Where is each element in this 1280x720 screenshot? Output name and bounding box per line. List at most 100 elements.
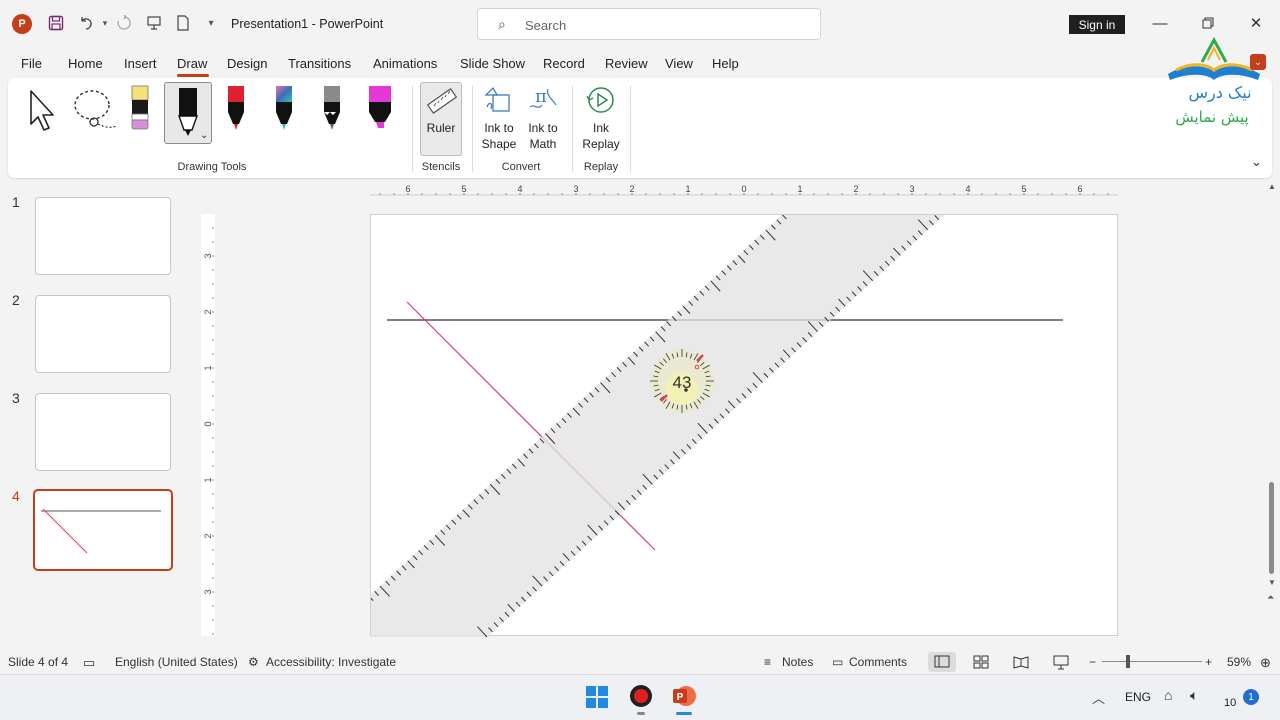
hruler-label: 1: [797, 184, 802, 194]
normal-view-button[interactable]: [928, 652, 956, 672]
slide-canvas[interactable]: 43: [370, 214, 1118, 637]
slide-thumbnail-2[interactable]: [35, 295, 171, 373]
vertical-scrollbar[interactable]: ▲ ▼ ⏶: [1266, 182, 1276, 602]
search-placeholder: Search: [525, 18, 567, 33]
select-tool-icon[interactable]: [26, 88, 60, 135]
status-bar: Slide 4 of 4 ▭ English (United States) ⚙…: [0, 650, 1280, 674]
red-pen-icon[interactable]: [224, 84, 248, 135]
normal-view-icon: [934, 655, 950, 668]
ink-to-shape-icon[interactable]: [483, 85, 513, 118]
active-tab-indicator: [177, 74, 209, 77]
slide-number-1: 1: [12, 194, 20, 210]
accessibility-status[interactable]: Accessibility: Investigate: [266, 655, 396, 669]
hruler-label: 3: [573, 184, 578, 194]
lasso-select-icon[interactable]: [70, 88, 120, 135]
new-file-icon[interactable]: [172, 12, 194, 34]
tab-file[interactable]: File: [21, 56, 42, 71]
notes-button[interactable]: Notes: [782, 655, 813, 669]
watermark-line-1: نیک درس: [1188, 83, 1251, 103]
hruler-label: 1: [685, 184, 690, 194]
tab-transitions[interactable]: Transitions: [288, 56, 351, 71]
windows-start-icon[interactable]: [585, 685, 609, 712]
hruler-label: 0: [741, 184, 746, 194]
screen-recorder-icon[interactable]: [629, 684, 653, 711]
restore-icon[interactable]: [1198, 12, 1218, 34]
present-from-beginning-icon[interactable]: [143, 12, 165, 34]
network-icon[interactable]: ⌂: [1164, 687, 1172, 703]
volume-icon[interactable]: 🔈︎: [1190, 687, 1198, 704]
zoom-level[interactable]: 59%: [1227, 655, 1251, 669]
horizontal-ruler: 6 5 4 3 2 1 0 1 2 3 4 5 6: [370, 182, 1118, 196]
search-icon: ⌕: [498, 16, 506, 32]
tab-review[interactable]: Review: [605, 56, 648, 71]
slideshow-view-icon[interactable]: [1052, 654, 1070, 673]
accessibility-icon[interactable]: ⚙: [248, 655, 259, 669]
tab-record[interactable]: Record: [543, 56, 585, 71]
tab-animations[interactable]: Animations: [373, 56, 437, 71]
group-separator: [572, 86, 573, 172]
ribbon-display-options-icon[interactable]: ⌄: [1250, 54, 1266, 70]
ink-replay-icon[interactable]: [585, 84, 617, 119]
search-input[interactable]: ⌕ Search: [477, 8, 821, 40]
tab-home[interactable]: Home: [68, 56, 103, 71]
spell-check-icon[interactable]: ▭: [83, 655, 95, 671]
slide-sorter-icon[interactable]: [972, 654, 990, 673]
hruler-label: 2: [853, 184, 858, 194]
hruler-label: 6: [1077, 184, 1082, 194]
window-title: Presentation1 - PowerPoint: [231, 17, 384, 31]
group-separator: [412, 86, 413, 172]
tab-design[interactable]: Design: [227, 56, 267, 71]
redo-icon[interactable]: [113, 12, 135, 34]
group-separator: [630, 86, 631, 172]
tab-slide-show[interactable]: Slide Show: [460, 56, 525, 71]
tab-view[interactable]: View: [665, 56, 693, 71]
black-pen-icon[interactable]: [175, 86, 201, 141]
ink-to-math-icon[interactable]: π: [528, 85, 558, 118]
language-status[interactable]: English (United States): [115, 655, 238, 669]
active-app-indicator: [676, 712, 692, 715]
ruler-stencil[interactable]: 43: [371, 215, 1010, 637]
zoom-out-icon[interactable]: −: [1089, 655, 1096, 669]
zoom-slider[interactable]: [1102, 661, 1202, 662]
save-icon[interactable]: [45, 12, 67, 34]
windows-taskbar: P ︿ ENG ⌂ 🔈︎ 10 1: [0, 674, 1280, 720]
scrollbar-thumb[interactable]: [1269, 482, 1274, 574]
slide-thumbnail-1[interactable]: [35, 197, 171, 275]
tab-draw[interactable]: Draw: [177, 56, 207, 71]
notification-badge[interactable]: 1: [1243, 689, 1259, 705]
minimize-icon[interactable]: —: [1150, 12, 1170, 34]
powerpoint-taskbar-icon[interactable]: P: [671, 684, 697, 711]
previous-slide-icon[interactable]: ⏶: [1267, 592, 1274, 603]
zoom-in-icon[interactable]: +: [1205, 655, 1212, 669]
sign-in-button[interactable]: Sign in: [1069, 15, 1125, 34]
hruler-label: 5: [461, 184, 466, 194]
slide-number-3: 3: [12, 390, 20, 406]
slide-thumbnail-4[interactable]: [33, 489, 173, 571]
slide-thumbnail-3[interactable]: [35, 393, 171, 471]
ink-replay-label-2: Replay: [582, 137, 620, 151]
galaxy-pen-icon[interactable]: [272, 84, 296, 135]
comments-button[interactable]: Comments: [849, 655, 907, 669]
scroll-down-icon[interactable]: ▼: [1268, 578, 1276, 587]
ruler-icon: [426, 86, 458, 119]
show-hidden-icons-icon[interactable]: ︿: [1092, 688, 1105, 707]
ink-replay-label-1: Ink: [592, 121, 609, 135]
svg-text:π: π: [535, 86, 547, 107]
taskbar-clock[interactable]: 10: [1224, 697, 1236, 709]
magenta-highlighter-icon[interactable]: [366, 84, 394, 135]
niksdars-watermark-logo: نیک درس پیش نمایش: [1158, 32, 1270, 128]
input-language[interactable]: ENG: [1125, 690, 1151, 704]
fit-to-window-icon[interactable]: ⊕: [1260, 655, 1271, 671]
tab-insert[interactable]: Insert: [124, 56, 157, 71]
pen-options-chevron-icon[interactable]: ⌄: [200, 130, 208, 141]
scroll-up-icon[interactable]: ▲: [1268, 182, 1276, 191]
customize-toolbar-icon[interactable]: ▾: [200, 12, 222, 34]
notes-icon: ≡: [764, 655, 772, 669]
pencil-icon[interactable]: [320, 84, 344, 135]
highlighter-yellow-icon[interactable]: [128, 84, 152, 135]
close-icon[interactable]: ✕: [1246, 12, 1266, 34]
zoom-slider-thumb[interactable]: [1126, 655, 1130, 668]
collapse-ribbon-icon[interactable]: ⌄: [1251, 154, 1262, 170]
reading-view-icon[interactable]: [1012, 654, 1030, 673]
tab-help[interactable]: Help: [712, 56, 739, 71]
